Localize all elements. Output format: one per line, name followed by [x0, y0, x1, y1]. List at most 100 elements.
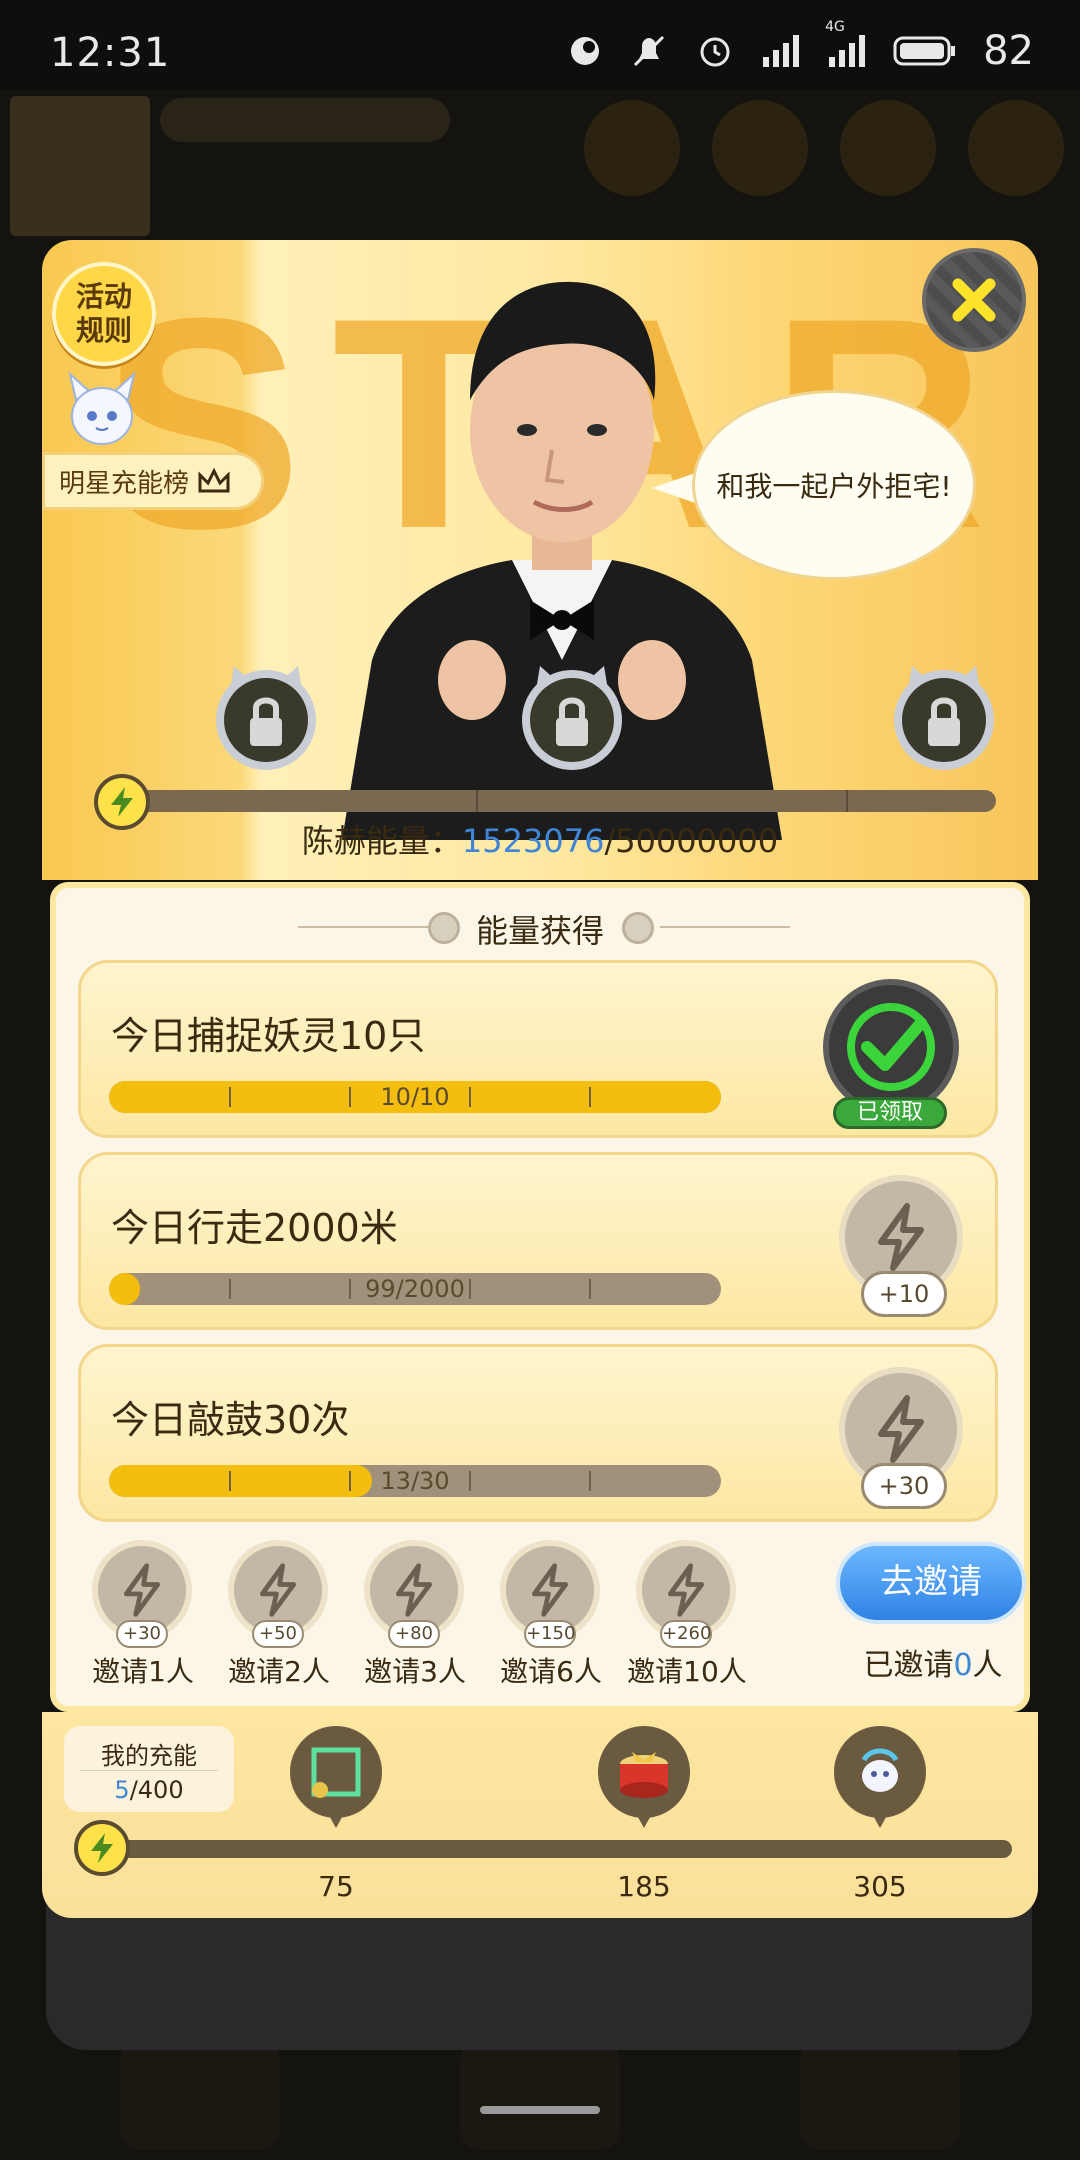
invite-reward-3[interactable]: +80 邀请3人	[350, 1534, 480, 1688]
background-tab-social	[800, 2040, 960, 2150]
title-divider-right	[660, 926, 790, 928]
close-button[interactable]	[922, 248, 1026, 352]
my-charge-total: /400	[129, 1776, 184, 1804]
invite-label: 邀请10人	[627, 1655, 747, 1688]
background-tab-explore	[120, 2040, 280, 2150]
task-reward-amount: +10	[861, 1271, 947, 1317]
mute-bell-icon	[634, 35, 665, 67]
locked-reward-3-icon	[894, 666, 994, 770]
invite-bonus: +150	[524, 1620, 576, 1648]
milestone-pin	[290, 1726, 382, 1818]
claimed-reward-button[interactable]	[823, 979, 959, 1115]
background-settings-icon	[968, 100, 1064, 196]
lightning-icon	[878, 1395, 924, 1463]
my-charge-label: 我的充能	[101, 1742, 197, 1770]
invite-reward-5[interactable]: +260 邀请10人	[622, 1534, 752, 1688]
energy-tick	[846, 790, 848, 812]
speech-bubble: 和我一起户外拒宅!	[692, 390, 976, 580]
milestone-tip	[634, 1810, 654, 1828]
locked-reward-2-icon	[522, 666, 622, 770]
milestone-reward-1[interactable]	[290, 1726, 382, 1834]
lightning-icon	[667, 1563, 705, 1617]
task-card-drum: 今日敲鼓30次 13/30 +30	[78, 1344, 998, 1522]
star-charge-modal: STAR 活动 规则 明星充能榜	[42, 240, 1038, 1918]
checkmark-icon	[847, 1003, 935, 1091]
lightning-icon	[123, 1563, 161, 1617]
gift-drum-icon	[620, 1752, 668, 1798]
task-progress-bar: 99/2000	[109, 1273, 721, 1305]
network-label: 4G	[825, 19, 845, 35]
frame-icon	[311, 1747, 361, 1798]
invited-count-text: 已邀请0人	[818, 1640, 1048, 1684]
mascot-icon	[68, 371, 136, 445]
invited-suffix: 人	[972, 1648, 1003, 1683]
milestone-reward-2[interactable]	[598, 1726, 690, 1834]
pet-icon	[861, 1748, 899, 1792]
background-avatar	[10, 96, 150, 236]
locked-reward-1-icon	[216, 666, 316, 770]
my-charge-value: 5/400	[64, 1776, 234, 1804]
task-title: 今日行走2000米	[111, 1206, 398, 1250]
invited-prefix: 已邀请	[863, 1648, 954, 1683]
activity-rules-label: 活动 规则	[75, 280, 132, 347]
invite-bonus: +260	[660, 1620, 712, 1648]
milestone-value-2: 185	[617, 1870, 671, 1903]
signal-4g-icon	[829, 35, 866, 67]
invite-label: 邀请6人	[500, 1655, 602, 1688]
invite-reward-1[interactable]: +30 邀请1人	[78, 1534, 208, 1688]
home-indicator[interactable]	[480, 2106, 600, 2114]
energy-current: 1523076	[461, 822, 605, 860]
milestone-tip	[870, 1810, 890, 1828]
app-notification-icon	[571, 37, 600, 65]
speech-text: 和我一起户外拒宅!	[716, 470, 952, 503]
energy-label: 陈赫能量：	[301, 822, 462, 860]
activity-rules-button[interactable]: 活动 规则	[52, 262, 156, 366]
invite-bonus: +30	[116, 1620, 168, 1648]
celebrity-energy-bar	[106, 790, 996, 812]
energy-tasks-panel: 能量获得 今日捕捉妖灵10只 10/10 已领取 今日行走2000米 99/20…	[50, 882, 1030, 1712]
task-progress-text: 13/30	[380, 1467, 450, 1495]
milestone-tip	[326, 1810, 346, 1828]
invited-count: 0	[953, 1648, 973, 1683]
background-bag-icon	[712, 100, 808, 196]
my-charge-section: 我的充能 5/400 75 185 305	[42, 1712, 1038, 1918]
invite-reward-2[interactable]: +50 邀请2人	[214, 1534, 344, 1688]
status-icons: 4G 82	[567, 19, 1034, 74]
milestone-reward-3[interactable]	[834, 1726, 926, 1834]
lightning-icon	[531, 1563, 569, 1617]
hero-banner: STAR 活动 规则 明星充能榜	[42, 240, 1038, 880]
title-ornament-right	[622, 912, 654, 944]
background-shop-icon	[584, 100, 680, 196]
star-ranking-button[interactable]: 明星充能榜	[42, 452, 264, 510]
lightning-icon	[878, 1203, 924, 1271]
battery-icon	[893, 36, 956, 66]
lightning-icon	[259, 1563, 297, 1617]
star-ranking-label: 明星充能榜	[59, 468, 190, 499]
energy-tasks-title: 能量获得	[475, 912, 604, 950]
battery-level: 82	[983, 28, 1034, 74]
invite-label: 邀请3人	[364, 1655, 466, 1688]
status-time: 12:31	[50, 30, 171, 76]
task-progress-text: 99/2000	[365, 1275, 465, 1303]
background-task-icon	[840, 100, 936, 196]
task-progress-bar: 13/30	[109, 1465, 721, 1497]
milestone-pin	[834, 1726, 926, 1818]
celebrity-energy-text: 陈赫能量：1523076/50000000	[42, 816, 1038, 862]
alarm-icon	[700, 37, 730, 67]
milestone-value-1: 75	[318, 1870, 354, 1903]
task-title: 今日敲鼓30次	[111, 1398, 350, 1442]
invite-bonus: +80	[388, 1620, 440, 1648]
task-progress-text: 10/10	[380, 1083, 450, 1111]
milestone-value-3: 305	[853, 1870, 907, 1903]
claimed-status-badge: 已领取	[833, 1097, 947, 1129]
my-charge-bar	[100, 1840, 1012, 1858]
background-name-bar	[160, 98, 450, 142]
task-title: 今日捕捉妖灵10只	[111, 1014, 426, 1058]
energy-tick	[476, 790, 478, 812]
go-invite-button[interactable]: 去邀请	[836, 1542, 1026, 1624]
modal-shadow	[46, 1900, 1032, 2050]
invite-reward-4[interactable]: +150 邀请6人	[486, 1534, 616, 1688]
invite-rewards-row: +30 邀请1人 +50 邀请2人 +80 邀请3人 +150 邀请6人 +26…	[78, 1534, 1026, 1688]
lightning-icon	[395, 1563, 433, 1617]
signal-icon	[763, 35, 800, 67]
